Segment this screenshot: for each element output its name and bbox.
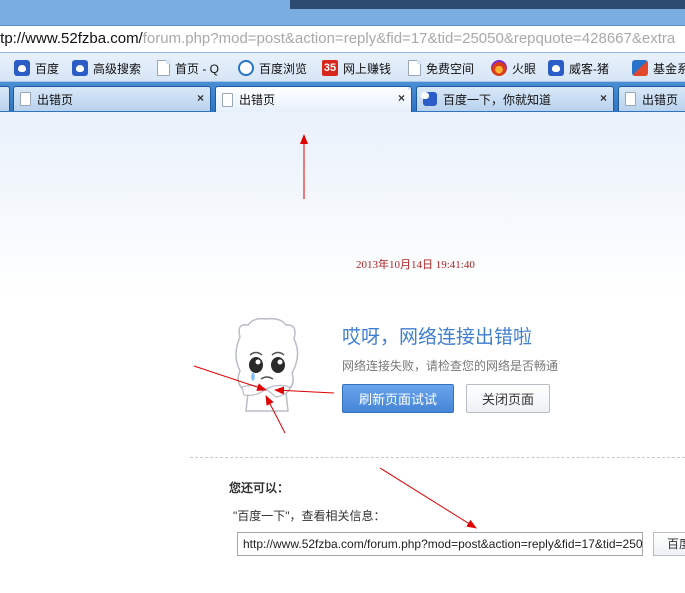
page-content: 2013年10月14日 19:41:40 哎呀，网络连接出错啦 网络连接失败，请… [0,112,685,593]
favorite-label: 火眼 [512,61,537,76]
close-page-button[interactable]: 关闭页面 [466,384,550,413]
tab-error-page-active[interactable]: 出错页 × [215,86,412,112]
page-icon [20,92,31,106]
address-url-host: ttp://www.52fzba.com/ [0,30,143,47]
sad-mascot-icon [235,317,299,412]
favorite-label: 威客-猪 [569,61,609,76]
fire-eye-icon [491,60,507,76]
datetime-stamp: 2013年10月14日 19:41:40 [356,259,475,271]
tab-close-icon[interactable]: × [398,91,405,105]
tab-baidu[interactable]: 百度一下，你就知道 × [416,86,614,111]
section-divider [190,457,685,458]
favorite-home-q[interactable]: 首页 - Q [157,59,219,77]
page-icon [625,92,636,106]
favorite-online-earning[interactable]: 35 网上赚钱 [322,59,391,77]
favorite-baidu[interactable]: 百度 [14,59,59,77]
refresh-page-button[interactable]: 刷新页面试试 [342,384,454,413]
tab-bar: 出错页 × 出错页 × 百度一下，你就知道 × 出错页 [0,82,685,112]
page-icon [408,60,421,76]
baidu-paw-icon [72,60,88,76]
page-icon [222,92,233,107]
favorite-label: 首页 - Q [175,61,219,76]
favorite-fund[interactable]: 基金系 [632,59,685,77]
favorite-fire-eye[interactable]: 火眼 [491,59,536,77]
baidu-search-input[interactable]: http://www.52fzba.com/forum.php?mod=post… [237,532,643,556]
tab-overflow-left[interactable] [0,86,10,111]
baidu-search-button[interactable]: 百度一下 [653,532,685,556]
window-title-bar [0,0,685,25]
baidu-search-label: "百度一下"，查看相关信息： [233,509,386,523]
favorite-label: 免费空间 [426,61,475,76]
baidu-paw-icon [14,60,30,76]
favorites-bar: 百度 高级搜索 首页 - Q 百度浏览 35 网上赚钱 免费空间 火眼 威客-猪… [0,53,685,82]
also-can-heading: 您还可以： [229,481,290,495]
favorite-free-space[interactable]: 免费空间 [408,59,474,77]
favorite-baidu-browser[interactable]: 百度浏览 [238,59,307,77]
favorite-witkey[interactable]: 威客-猪 [548,59,609,77]
favorite-label: 网上赚钱 [343,61,392,76]
favorite-label: 高级搜索 [93,61,142,76]
tab-error-page-3[interactable]: 出错页 [618,86,685,111]
baidu-paw-icon [548,60,564,76]
favorite-advanced-search[interactable]: 高级搜索 [72,59,141,77]
number-35-icon: 35 [322,60,338,76]
browser-e-icon [238,60,254,76]
page-icon [157,60,170,76]
favorite-label: 百度 [35,61,60,76]
tab-label: 出错页 [642,92,679,107]
error-subtitle: 网络连接失败，请检查您的网络是否畅通 [342,359,559,373]
fund-icon [632,60,648,76]
address-url-path: forum.php?mod=post&action=reply&fid=17&t… [142,30,676,47]
baidu-paw-icon [423,92,437,106]
tab-label: 出错页 [37,92,74,107]
address-url[interactable]: ttp://www.52fzba.com/forum.php?mod=post&… [0,30,675,48]
tab-close-icon[interactable]: × [197,91,204,105]
favorite-label: 百度浏览 [259,61,308,76]
tab-label: 出错页 [239,93,276,107]
favorite-label: 基金系 [653,61,685,76]
address-bar[interactable]: ttp://www.52fzba.com/forum.php?mod=post&… [0,25,685,53]
error-title: 哎呀，网络连接出错啦 [342,327,533,348]
tab-close-icon[interactable]: × [600,91,607,105]
tab-label: 百度一下，你就知道 [443,92,552,107]
title-bar-dark-strip [290,0,685,9]
tab-error-page-1[interactable]: 出错页 × [13,86,211,111]
